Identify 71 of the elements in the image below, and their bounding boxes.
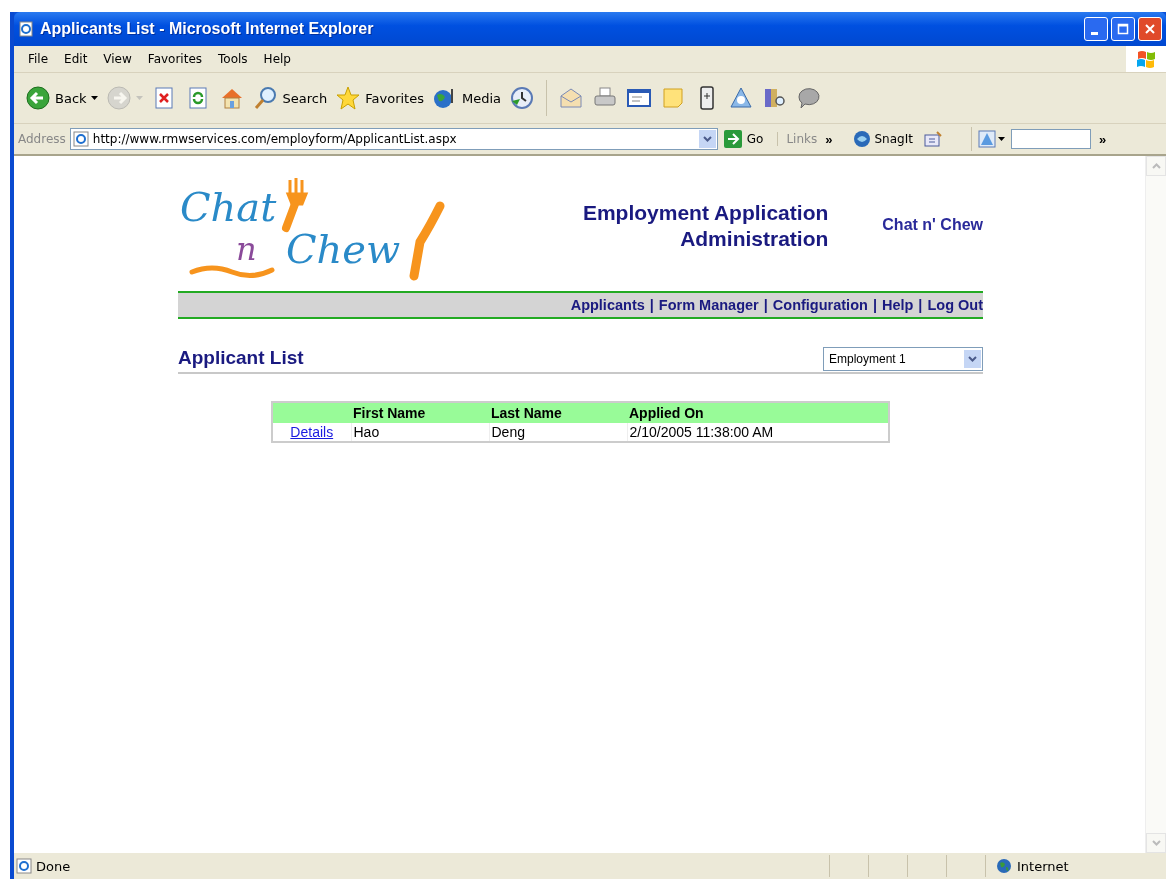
details-link[interactable]: Details: [290, 424, 334, 440]
column-header: First Name: [351, 402, 489, 423]
nav-link[interactable]: Log Out: [927, 297, 983, 313]
favorites-button[interactable]: Favorites: [332, 83, 427, 113]
search-icon: [252, 85, 279, 111]
nav-link[interactable]: Configuration: [772, 297, 868, 313]
go-button[interactable]: Go: [721, 130, 774, 148]
caret-icon: [968, 356, 977, 362]
menu-item[interactable]: Edit: [56, 52, 96, 66]
back-button[interactable]: Back: [22, 83, 101, 113]
section-title: Applicant List: [178, 347, 304, 369]
globe-icon: [996, 858, 1012, 874]
menu-item[interactable]: View: [95, 52, 140, 66]
form-select[interactable]: Employment 1: [823, 347, 983, 371]
nav-link[interactable]: Form Manager: [658, 297, 759, 313]
caret-icon: [997, 136, 1005, 142]
arrow-left-icon: [25, 85, 51, 111]
nav-separator: |: [649, 297, 654, 313]
window-title: Applicants List - Microsoft Internet Explorer: [40, 20, 374, 38]
menu-item[interactable]: File: [20, 52, 57, 66]
media-button[interactable]: Media: [428, 83, 504, 113]
swirl-icon: [852, 130, 871, 148]
table-cell: 2/10/2005 11:38:00 AM: [627, 423, 889, 442]
sticky-note-icon: [660, 85, 686, 111]
flag-logo-icon: [1126, 46, 1166, 72]
column-header: Applied On: [627, 402, 889, 423]
links-chevron-button[interactable]: »: [821, 131, 843, 147]
caret-icon: [702, 136, 712, 142]
search-dropdown-button[interactable]: [975, 130, 1007, 148]
search-button[interactable]: Search: [249, 83, 331, 113]
search-field[interactable]: [1010, 129, 1091, 149]
maximize-icon: [1117, 23, 1129, 35]
menu-item[interactable]: Tools: [210, 52, 256, 66]
minimize-button[interactable]: [1084, 17, 1108, 41]
triangle-icon: [728, 85, 754, 111]
close-icon: [1144, 23, 1156, 35]
arrow-right-icon: [723, 130, 742, 148]
address-field[interactable]: http://www.rmwservices.com/employform/ApplicantList.aspx: [69, 128, 718, 150]
minimize-icon: [1090, 31, 1098, 35]
status-text: Done: [36, 858, 71, 874]
nav-separator: |: [763, 297, 768, 313]
page-icon: [16, 858, 32, 874]
arrow-right-icon: [105, 85, 132, 111]
caret-icon: [135, 95, 143, 101]
capture-icon[interactable]: [922, 130, 943, 148]
page-icon: [72, 131, 89, 147]
triangle-icon: [977, 130, 996, 148]
close-button[interactable]: [1138, 17, 1162, 41]
toolbar-chevron-button[interactable]: »: [1094, 131, 1117, 147]
caret-icon: [90, 95, 98, 101]
page-heading: Employment Application Administration: [581, 200, 829, 252]
star-icon: [335, 85, 362, 111]
site-name: Chat n' Chew: [882, 216, 983, 234]
nav-separator: |: [872, 297, 877, 313]
column-header: Last Name: [489, 402, 627, 423]
snagit-button[interactable]: SnagIt: [846, 129, 919, 149]
nav-link[interactable]: Applicants: [570, 297, 645, 313]
menu-item[interactable]: Favorites: [139, 52, 211, 66]
maximize-button[interactable]: [1111, 17, 1135, 41]
speech-bubble-icon: [796, 85, 822, 111]
clock-icon: [509, 85, 535, 111]
nav-link[interactable]: Help: [881, 297, 914, 313]
browser-icon: [18, 21, 34, 37]
menu-item[interactable]: Help: [255, 52, 299, 66]
security-zone: Internet: [1017, 858, 1069, 874]
chat-n-chew-logo: Chat n Chew: [178, 176, 448, 286]
address-label: Address: [18, 132, 66, 146]
table-cell: Deng: [489, 423, 627, 442]
links-label: Links: [777, 132, 818, 146]
table-cell: Hao: [351, 423, 489, 442]
nav-separator: |: [918, 297, 923, 313]
